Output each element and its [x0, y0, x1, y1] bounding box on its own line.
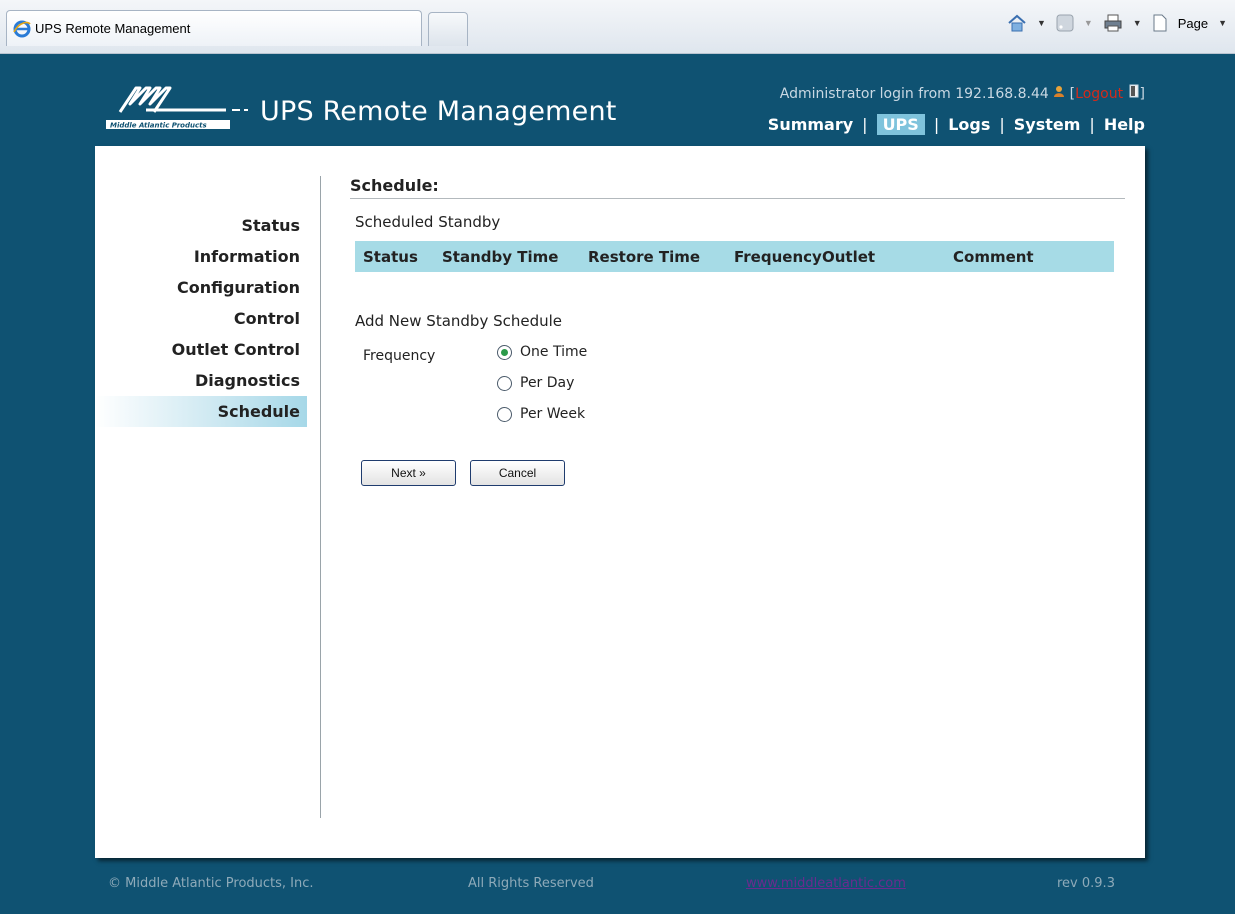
sidebar-item-schedule[interactable]: Schedule	[95, 396, 307, 427]
sidebar-item-configuration[interactable]: Configuration	[95, 272, 307, 303]
column-header-standby-time: Standby Time	[442, 247, 559, 266]
nav-ups[interactable]: UPS	[876, 114, 925, 135]
column-header-status: Status	[363, 247, 418, 266]
page-menu[interactable]: Page	[1178, 16, 1208, 31]
logout-link[interactable]: Logout	[1075, 86, 1123, 102]
column-header-outlet: Outlet	[822, 247, 876, 266]
home-icon[interactable]	[1007, 14, 1027, 32]
radio-button[interactable]	[497, 344, 512, 360]
sidebar: Status Information Configuration Control…	[95, 210, 307, 427]
print-icon[interactable]	[1103, 14, 1123, 32]
feed-dropdown-icon[interactable]: ▼	[1084, 18, 1093, 28]
add-schedule-title: Add New Standby Schedule	[355, 312, 563, 330]
nav-separator: |	[1089, 115, 1095, 134]
footer-rights: All Rights Reserved	[468, 876, 594, 891]
next-button[interactable]: Next »	[361, 460, 456, 486]
radio-per-day[interactable]: Per Day	[497, 375, 574, 391]
sidebar-divider	[320, 176, 321, 818]
nav-separator: |	[862, 115, 868, 134]
radio-label: Per Week	[520, 406, 586, 422]
top-navigation: Summary | UPS | Logs | System | Help	[768, 114, 1145, 135]
form-buttons: Next » Cancel	[350, 460, 1125, 486]
sidebar-item-control[interactable]: Control	[95, 303, 307, 334]
logo-text: Middle Atlantic Products	[110, 122, 207, 130]
sidebar-item-information[interactable]: Information	[95, 241, 307, 272]
door-icon[interactable]	[1128, 84, 1140, 98]
radio-button[interactable]	[497, 375, 512, 391]
footer-website-link[interactable]: www.middleatlantic.com	[746, 876, 906, 891]
page-title: Schedule:	[350, 176, 1125, 199]
frequency-label: Frequency	[363, 348, 436, 364]
browser-tab[interactable]: UPS Remote Management	[6, 10, 422, 46]
feed-icon[interactable]	[1056, 14, 1074, 32]
schedule-table-header: Status Standby Time Restore Time Frequen…	[355, 241, 1114, 272]
middle-atlantic-logo: Middle Atlantic Products	[106, 86, 248, 130]
app-title: UPS Remote Management	[260, 96, 617, 127]
radio-button[interactable]	[497, 406, 512, 422]
schedule-content: Schedule: Scheduled Standby Status Stand…	[350, 176, 1125, 486]
login-info: Administrator login from 192.168.8.44 [L…	[779, 84, 1145, 102]
frequency-group: Frequency One Time Per Day Per Week	[350, 340, 1125, 440]
home-dropdown-icon[interactable]: ▼	[1037, 18, 1046, 28]
browser-toolbar: UPS Remote Management ▼ ▼ ▼ Page ▼	[0, 0, 1235, 54]
radio-label: Per Day	[520, 375, 575, 391]
column-header-comment: Comment	[953, 247, 1034, 266]
sidebar-item-diagnostics[interactable]: Diagnostics	[95, 365, 307, 396]
ie-icon	[13, 20, 31, 37]
page-icon	[1153, 14, 1167, 32]
nav-summary[interactable]: Summary	[768, 115, 853, 134]
user-icon	[1054, 86, 1065, 97]
radio-label: One Time	[520, 344, 588, 360]
radio-per-week[interactable]: Per Week	[497, 406, 585, 422]
command-bar: ▼ ▼ ▼ Page ▼	[1007, 14, 1227, 32]
page-dropdown-icon[interactable]: ▼	[1218, 18, 1227, 28]
scheduled-standby-title: Scheduled Standby	[355, 213, 501, 231]
nav-logs[interactable]: Logs	[948, 115, 990, 134]
cancel-button[interactable]: Cancel	[470, 460, 565, 486]
column-header-restore-time: Restore Time	[588, 247, 701, 266]
tab-title: UPS Remote Management	[35, 21, 191, 36]
main-panel: Status Information Configuration Control…	[95, 146, 1145, 858]
print-dropdown-icon[interactable]: ▼	[1133, 18, 1142, 28]
sidebar-item-status[interactable]: Status	[95, 210, 307, 241]
footer-version: rev 0.9.3	[1057, 876, 1115, 891]
radio-one-time[interactable]: One Time	[497, 344, 587, 360]
nav-system[interactable]: System	[1014, 115, 1081, 134]
nav-separator: |	[999, 115, 1005, 134]
nav-separator: |	[933, 115, 940, 134]
sidebar-item-outlet-control[interactable]: Outlet Control	[95, 334, 307, 365]
new-tab-button[interactable]	[428, 12, 468, 46]
column-header-frequency: Frequency	[734, 247, 822, 266]
nav-help[interactable]: Help	[1104, 115, 1145, 134]
login-text: Administrator login from 192.168.8.44	[779, 86, 1049, 102]
footer-copyright: © Middle Atlantic Products, Inc.	[108, 876, 314, 891]
